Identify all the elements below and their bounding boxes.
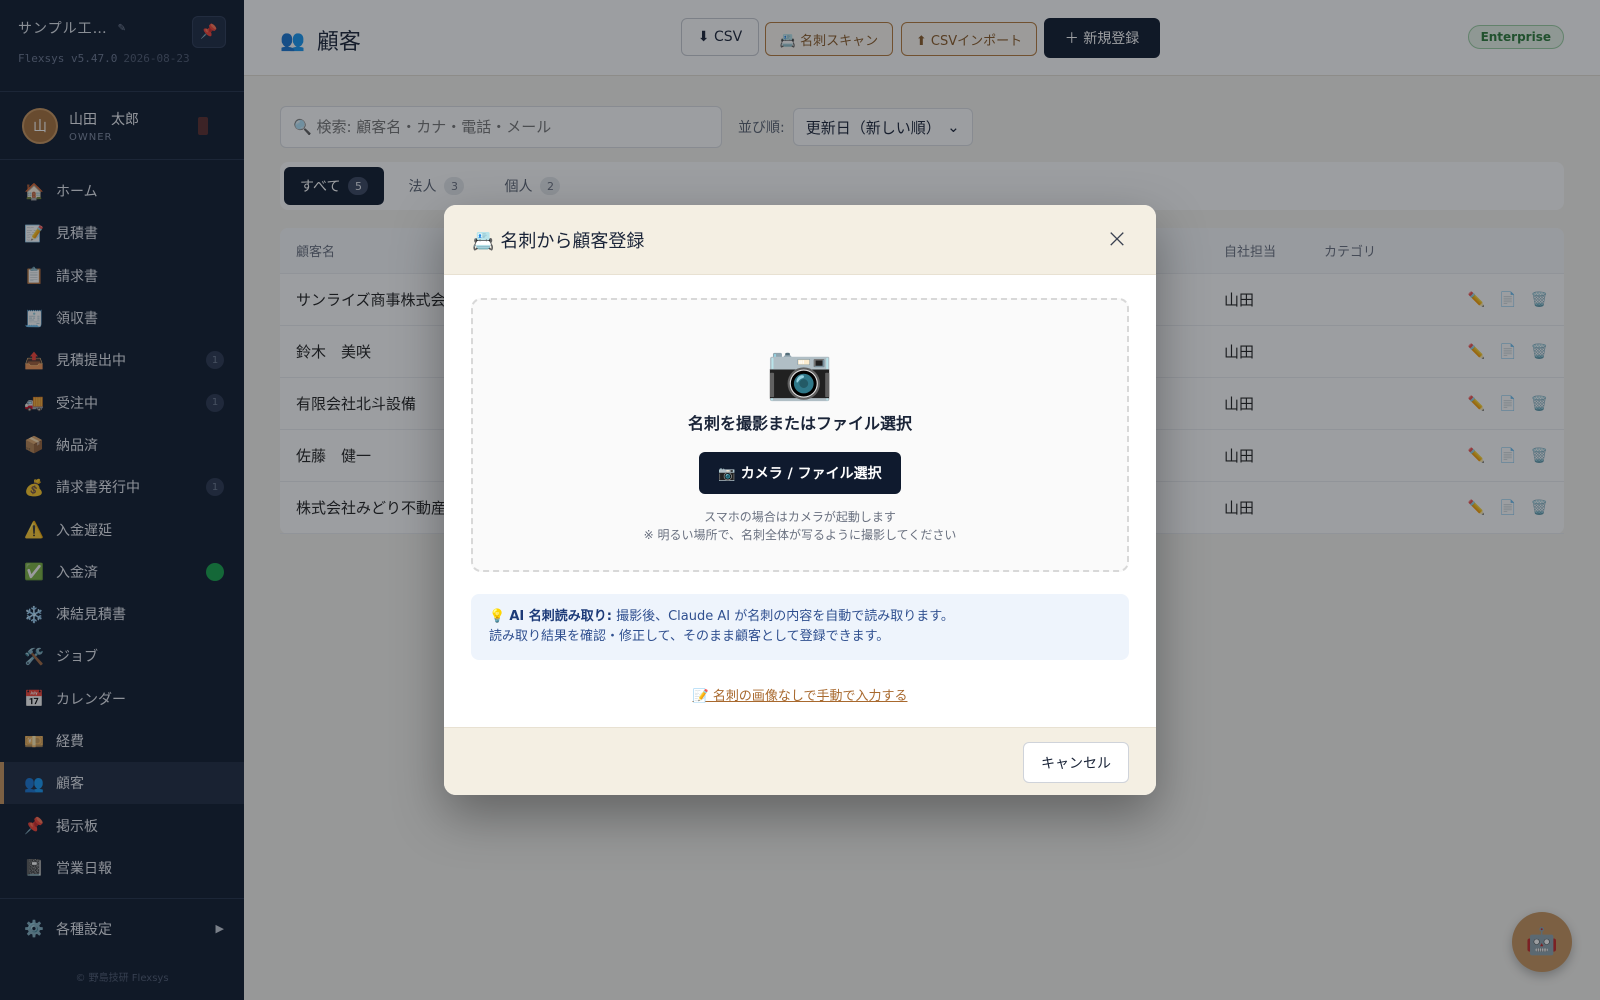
modal-header: 📇 名刺から顧客登録 × (444, 205, 1156, 275)
note-line: ※ 明るい場所で、名刺全体が写るように撮影してください (643, 528, 957, 542)
modal-title-text: 名刺から顧客登録 (500, 230, 645, 252)
business-card-modal: 📇 名刺から顧客登録 × 📷 名刺を撮影またはファイル選択 📷 カメラ / ファイ… (444, 205, 1156, 795)
drop-zone-prompt: 名刺を撮影またはファイル選択 (687, 414, 912, 433)
ai-info-box: 💡 AI 名刺読み取り: 撮影後、Claude AI が名刺の内容を自動で読み取… (471, 594, 1129, 660)
close-icon[interactable]: × (1104, 226, 1130, 253)
cancel-button[interactable]: キャンセル (1023, 742, 1129, 783)
ai-heading: AI 名刺読み取り: (509, 609, 612, 624)
manual-entry-link[interactable]: 📝 名刺の画像なしで手動で入力する (444, 685, 1156, 704)
note-line: スマホの場合はカメラが起動します (704, 510, 896, 524)
drop-zone-note: スマホの場合はカメラが起動します ※ 明るい場所で、名刺全体が写るように撮影して… (473, 508, 1127, 544)
modal-backdrop[interactable]: 📇 名刺から顧客登録 × 📷 名刺を撮影またはファイル選択 📷 カメラ / ファイ… (0, 0, 1600, 1000)
ai-text: 撮影後、Claude AI が名刺の内容を自動で読み取ります。 (616, 609, 954, 624)
ai-text: 読み取り結果を確認・修正して、そのまま顧客として登録できます。 (489, 629, 890, 644)
lightbulb-icon: 💡 (489, 609, 506, 624)
camera-icon: 📷 (766, 340, 834, 403)
card-drop-zone[interactable]: 📷 名刺を撮影またはファイル選択 📷 カメラ / ファイル選択 スマホの場合はカ… (471, 298, 1129, 572)
camera-file-select-button[interactable]: 📷 カメラ / ファイル選択 (699, 452, 901, 494)
modal-footer: キャンセル (444, 727, 1156, 795)
modal-title: 📇 名刺から顧客登録 (472, 227, 644, 253)
card-index-icon: 📇 (472, 230, 495, 252)
